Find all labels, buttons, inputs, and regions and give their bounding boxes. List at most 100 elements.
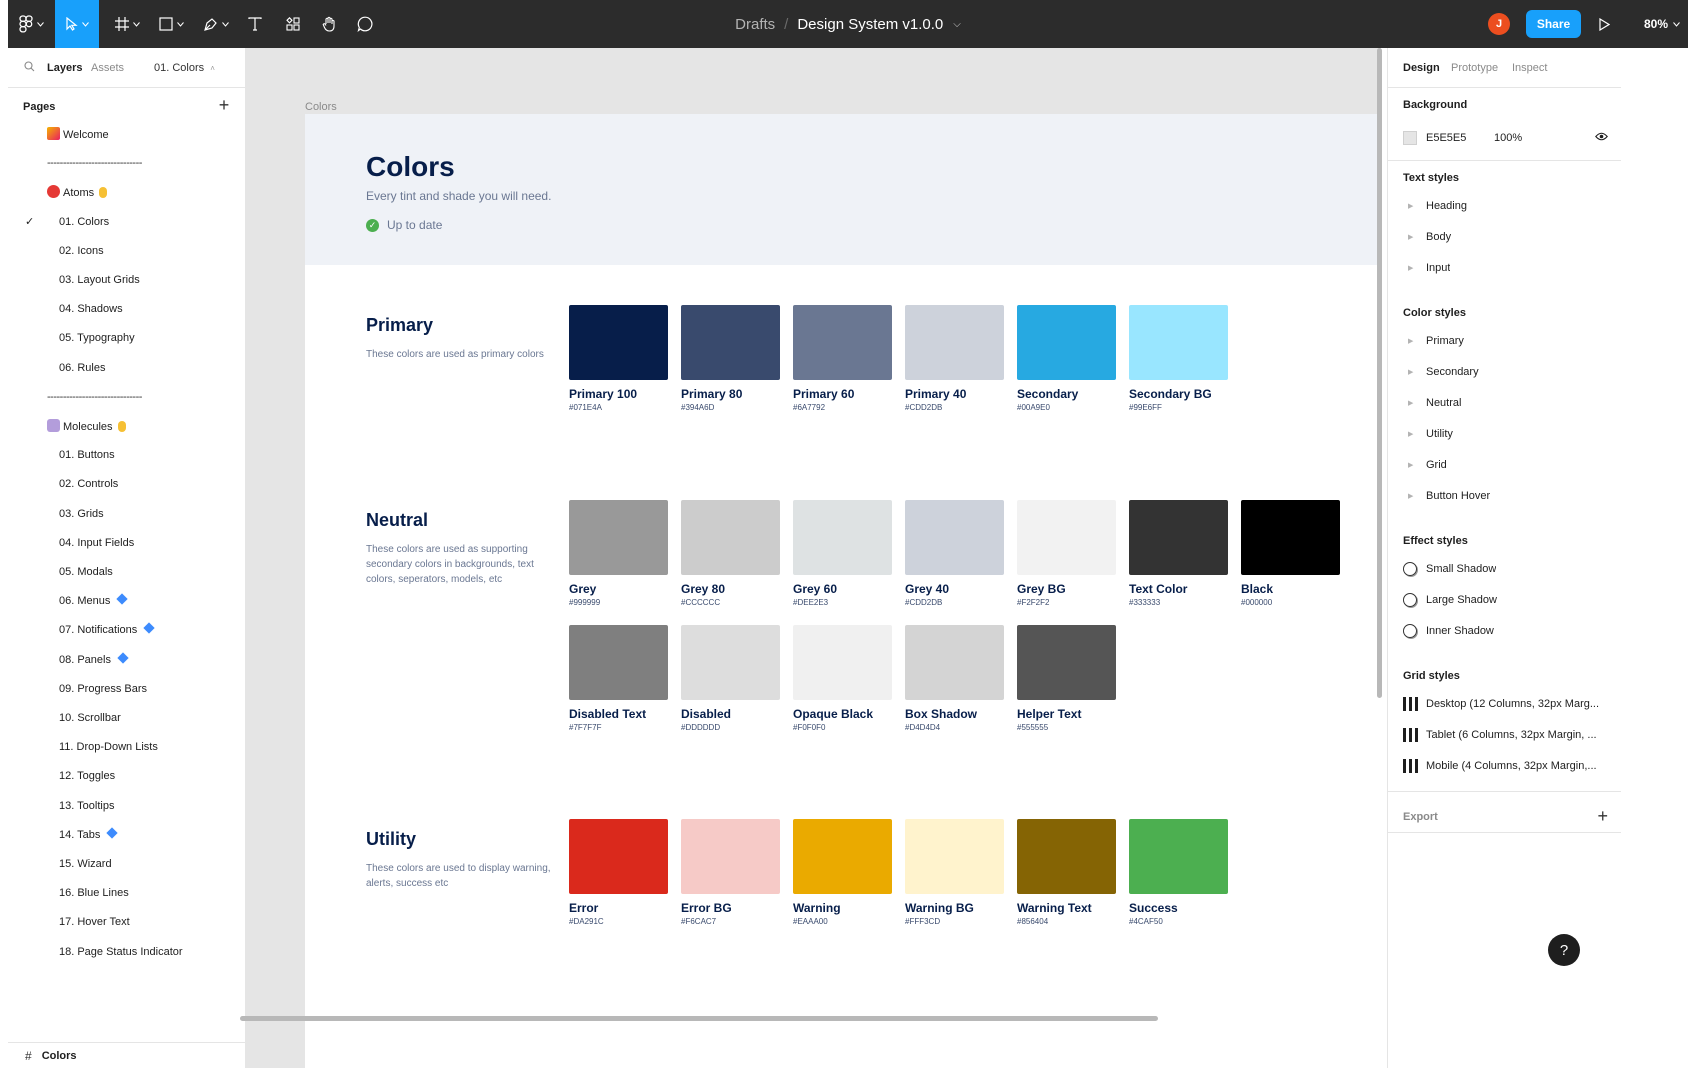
page-item[interactable]: 08. Panels (8, 648, 246, 672)
file-name[interactable]: Design System v1.0.0 (797, 16, 943, 33)
page-item[interactable]: 03. Grids (8, 502, 246, 526)
color-swatch[interactable]: Grey BG #F2F2F2 (1017, 500, 1116, 607)
color-swatch[interactable]: Box Shadow #D4D4D4 (905, 625, 1004, 732)
page-item[interactable]: 13. Tooltips (8, 794, 246, 818)
add-page-button[interactable]: + (214, 95, 234, 115)
vertical-scrollbar[interactable] (1377, 48, 1382, 698)
color-swatch[interactable]: Disabled #DDDDDD (681, 625, 780, 732)
color-swatch[interactable]: Grey 60 #DEE2E3 (793, 500, 892, 607)
layer-row-colors[interactable]: # Colors (8, 1042, 246, 1068)
color-swatch[interactable]: Black #000000 (1241, 500, 1340, 607)
background-hex[interactable]: E5E5E5 (1426, 132, 1494, 144)
page-item[interactable]: 03. Layout Grids (8, 268, 246, 292)
page-item[interactable]: ✓ 01. Colors (8, 210, 246, 234)
horizontal-scrollbar[interactable] (240, 1016, 1158, 1021)
color-swatch[interactable]: Primary 60 #6A7792 (793, 305, 892, 412)
swatch-color-box[interactable] (1017, 819, 1116, 894)
color-swatch[interactable]: Secondary #00A9E0 (1017, 305, 1116, 412)
page-item[interactable]: 10. Scrollbar (8, 706, 246, 730)
page-item[interactable]: 02. Icons (8, 239, 246, 263)
color-swatch[interactable]: Grey 40 #CDD2DB (905, 500, 1004, 607)
swatch-color-box[interactable] (569, 305, 668, 380)
page-item[interactable]: 16. Blue Lines (8, 881, 246, 905)
components-button[interactable] (276, 0, 310, 48)
chevron-down-icon[interactable]: ⌵ (953, 19, 961, 30)
page-item[interactable]: 05. Modals (8, 560, 246, 584)
swatch-color-box[interactable] (1129, 500, 1228, 575)
share-button[interactable]: Share (1526, 10, 1581, 38)
color-swatch[interactable]: Primary 40 #CDD2DB (905, 305, 1004, 412)
swatch-color-box[interactable] (793, 500, 892, 575)
color-style-item[interactable]: ▶ Utility (1403, 422, 1608, 446)
background-color-chip[interactable] (1403, 131, 1417, 145)
swatch-color-box[interactable] (793, 625, 892, 700)
page-item[interactable]: Atoms (8, 180, 246, 204)
swatch-color-box[interactable] (905, 625, 1004, 700)
swatch-color-box[interactable] (1129, 305, 1228, 380)
swatch-color-box[interactable] (905, 500, 1004, 575)
page-item[interactable]: 04. Shadows (8, 297, 246, 321)
page-item[interactable]: 01. Buttons (8, 443, 246, 467)
page-item[interactable]: 09. Progress Bars (8, 677, 246, 701)
color-swatch[interactable]: Text Color #333333 (1129, 500, 1228, 607)
page-item[interactable]: 11. Drop-Down Lists (8, 735, 246, 759)
color-swatch[interactable]: Success #4CAF50 (1129, 819, 1228, 926)
color-swatch[interactable]: Warning Text #856404 (1017, 819, 1116, 926)
color-swatch[interactable]: Error BG #F6CAC7 (681, 819, 780, 926)
grid-style-item[interactable]: Mobile (4 Columns, 32px Margin,... (1403, 754, 1608, 778)
page-item[interactable]: 07. Notifications (8, 618, 246, 642)
swatch-color-box[interactable] (569, 500, 668, 575)
hand-tool-button[interactable] (312, 0, 346, 48)
color-swatch[interactable]: Grey 80 #CCCCCC (681, 500, 780, 607)
color-swatch[interactable]: Secondary BG #99E6FF (1129, 305, 1228, 412)
background-fill-row[interactable]: E5E5E5 100% (1403, 126, 1608, 150)
move-tool-button[interactable] (55, 0, 99, 48)
grid-style-item[interactable]: Desktop (12 Columns, 32px Marg... (1403, 692, 1608, 716)
swatch-color-box[interactable] (1129, 819, 1228, 894)
caret-right-icon[interactable]: ▶ (1408, 430, 1416, 438)
page-item[interactable]: 15. Wizard (8, 852, 246, 876)
swatch-color-box[interactable] (793, 305, 892, 380)
swatch-color-box[interactable] (1017, 305, 1116, 380)
eye-icon[interactable] (1595, 132, 1608, 144)
color-style-item[interactable]: ▶ Grid (1403, 453, 1608, 477)
page-item[interactable]: 05. Typography (8, 326, 246, 350)
comment-tool-button[interactable] (348, 0, 382, 48)
colors-frame[interactable]: Colors Every tint and shade you will nee… (305, 114, 1381, 1068)
caret-right-icon[interactable]: ▶ (1408, 202, 1416, 210)
color-swatch[interactable]: Disabled Text #7F7F7F (569, 625, 668, 732)
text-style-item[interactable]: ▶ Heading (1403, 194, 1608, 218)
export-section[interactable]: Export + (1403, 806, 1608, 827)
swatch-color-box[interactable] (681, 819, 780, 894)
page-item[interactable]: Molecules (8, 414, 246, 438)
text-style-item[interactable]: ▶ Input (1403, 256, 1608, 280)
tab-prototype[interactable]: Prototype (1451, 62, 1498, 74)
drafts-breadcrumb[interactable]: Drafts (735, 16, 775, 33)
pen-tool-button[interactable] (196, 0, 236, 48)
help-button[interactable]: ? (1548, 934, 1580, 966)
swatch-color-box[interactable] (681, 500, 780, 575)
tab-assets[interactable]: Assets (91, 62, 124, 74)
user-avatar[interactable]: J (1488, 13, 1510, 35)
caret-right-icon[interactable]: ▶ (1408, 492, 1416, 500)
color-swatch[interactable]: Opaque Black #F0F0F0 (793, 625, 892, 732)
effect-style-item[interactable]: Large Shadow (1403, 588, 1608, 612)
swatch-color-box[interactable] (1241, 500, 1340, 575)
text-style-item[interactable]: ▶ Body (1403, 225, 1608, 249)
effect-style-item[interactable]: Inner Shadow (1403, 619, 1608, 643)
caret-right-icon[interactable]: ▶ (1408, 233, 1416, 241)
main-menu-button[interactable] (8, 0, 54, 48)
swatch-color-box[interactable] (793, 819, 892, 894)
swatch-color-box[interactable] (681, 625, 780, 700)
frame-tool-button[interactable] (107, 0, 147, 48)
swatch-color-box[interactable] (681, 305, 780, 380)
swatch-color-box[interactable] (569, 625, 668, 700)
current-page-selector[interactable]: 01. Colors ˄ (154, 62, 215, 74)
caret-right-icon[interactable]: ▶ (1408, 368, 1416, 376)
swatch-color-box[interactable] (905, 305, 1004, 380)
shape-tool-button[interactable] (151, 0, 191, 48)
page-item[interactable]: 14. Tabs (8, 823, 246, 847)
page-item[interactable]: 06. Rules (8, 356, 246, 380)
swatch-color-box[interactable] (1017, 500, 1116, 575)
page-item[interactable]: 17. Hover Text (8, 910, 246, 934)
